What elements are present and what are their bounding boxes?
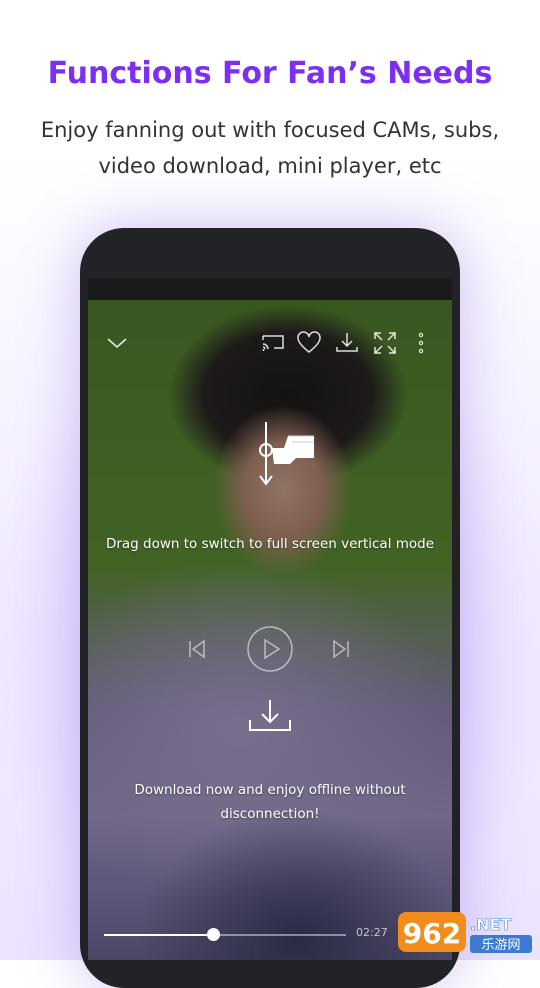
download-hint-text: Download now and enjoy offline without d… [134,782,406,822]
status-bar [88,278,452,300]
drag-gesture-icon [259,422,314,486]
promo-headline: Functions For Fan’s Needs [47,56,493,91]
svg-text:962: 962 [403,917,461,950]
cast-icon[interactable] [260,330,286,356]
download-hint-icon [249,700,291,731]
fullscreen-icon[interactable] [372,330,398,356]
progress-bar[interactable] [104,928,346,941]
svg-text:乐游网: 乐游网 [481,938,520,953]
play-icon[interactable] [246,625,294,673]
svg-text:.NET: .NET [470,915,511,934]
progress-fill [104,934,213,936]
download-icon[interactable] [334,330,360,356]
more-icon[interactable] [408,330,434,356]
phone-screen: Drag down to switch to full screen verti… [88,278,452,960]
gesture-hint-text: Drag down to switch to full screen verti… [105,536,435,552]
chevron-down-icon[interactable] [104,330,130,356]
video-player[interactable]: Drag down to switch to full screen verti… [88,300,452,960]
previous-icon[interactable] [186,638,208,660]
current-time: 02:27 [356,926,388,939]
next-icon[interactable] [330,638,352,660]
promo-subline: Enjoy fanning out with focused CAMs, sub… [40,118,500,178]
progress-thumb[interactable] [206,928,220,941]
watermark-logo: 962 .NET 乐游网 [398,912,532,953]
heart-icon[interactable] [296,330,322,356]
